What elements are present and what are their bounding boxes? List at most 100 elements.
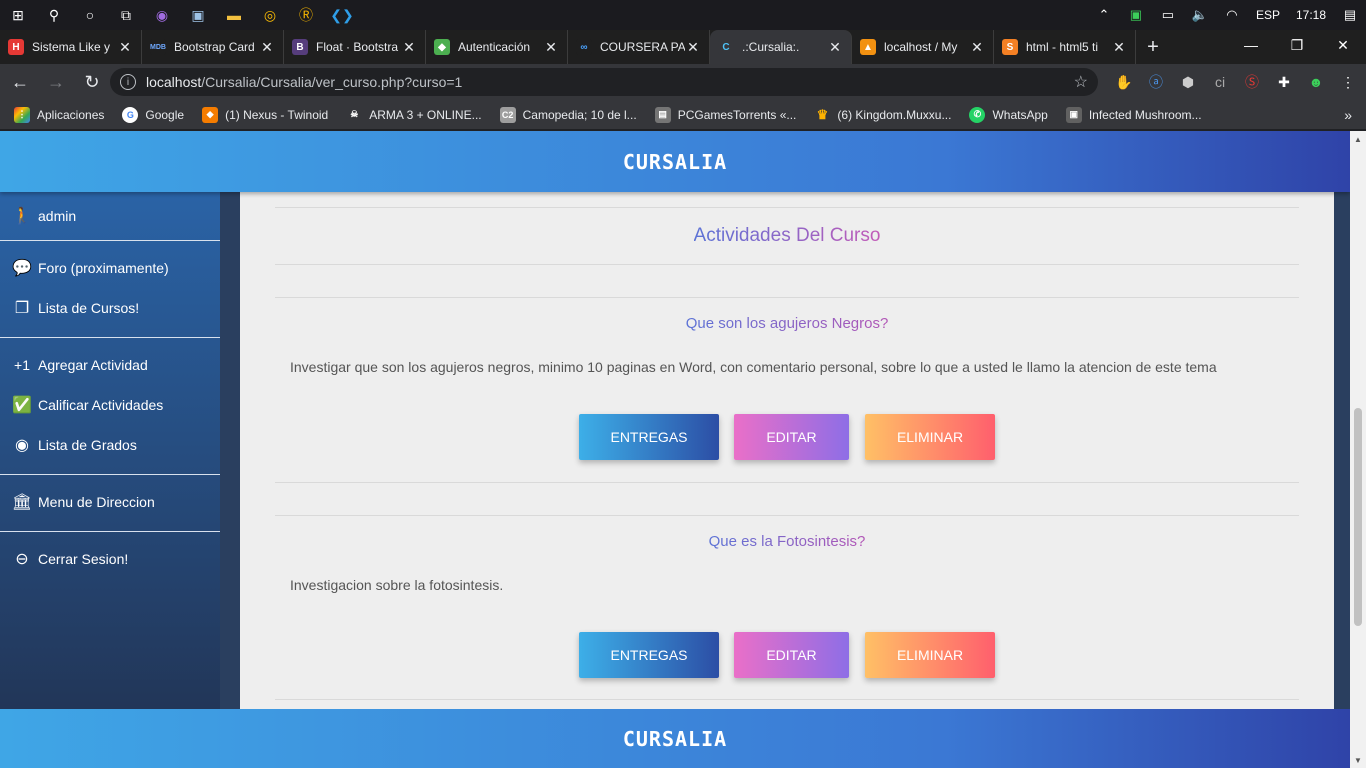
sidebar-group-user: 🚶 admin [0, 192, 220, 241]
account-circle-icon: ◉ [15, 437, 29, 454]
tab-strip: H Sistema Like y ✕ MDB Bootstrap Card ✕ … [0, 30, 1366, 64]
chrome-menu-icon[interactable]: ⋮ [1332, 74, 1364, 91]
sidebar-item-agregar-actividad[interactable]: +1 Agregar Actividad [0, 345, 220, 385]
site-header: CURSALIA [0, 131, 1350, 192]
bookmark-whatsapp[interactable]: ✆ WhatsApp [969, 106, 1048, 123]
scrollbar-thumb[interactable] [1354, 408, 1362, 626]
page-scrollbar[interactable]: ▲ ▼ [1350, 131, 1366, 768]
sidebar-item-cerrar-sesion[interactable]: ⊖ Cerrar Sesion! [0, 539, 220, 579]
scroll-up-icon[interactable]: ▲ [1350, 131, 1366, 147]
tab-title: Bootstrap Card [174, 40, 255, 54]
tab-title: COURSERA PA [600, 40, 685, 54]
bookmark-infected[interactable]: ▣ Infected Mushroom... [1065, 106, 1202, 123]
bookmark-star-icon[interactable]: ☆ [1074, 72, 1088, 92]
sidebar-group-general: 💬 Foro (proximamente) ❐ Lista de Cursos! [0, 241, 220, 338]
bookmark-nexus[interactable]: ◆ (1) Nexus - Twinoid [202, 106, 328, 123]
sidebar-item-foro[interactable]: 💬 Foro (proximamente) [0, 248, 220, 288]
entregas-button[interactable]: ENTREGAS [579, 632, 719, 678]
clock[interactable]: 17:18 [1288, 8, 1334, 22]
back-icon[interactable]: ← [4, 66, 36, 98]
sidebar-item-label: Cerrar Sesion! [38, 551, 129, 567]
sidebar-item-calificar[interactable]: ✅ Calificar Actividades [0, 385, 220, 425]
bookmark-google[interactable]: G Google [122, 106, 184, 123]
sidebar-item-direccion[interactable]: 🏛 Menu de Direccion [0, 482, 220, 522]
bookmark-arma[interactable]: ☠ ARMA 3 + ONLINE... [346, 107, 481, 123]
extensions-puzzle-icon[interactable]: ✚ [1268, 74, 1300, 91]
sidebar-item-label: admin [38, 208, 77, 224]
restore-icon[interactable]: ❐ [1274, 30, 1320, 60]
close-icon[interactable]: ✕ [827, 39, 843, 56]
rockstar-launcher-icon[interactable]: Ⓡ [288, 0, 324, 30]
browser-tab[interactable]: ◆ Autenticación ✕ [426, 30, 568, 64]
site-logo[interactable]: CURSALIA [623, 150, 727, 174]
sidebar-item-admin[interactable]: 🚶 admin [0, 196, 220, 236]
browser-tab[interactable]: B Float · Bootstra ✕ [284, 30, 426, 64]
infected-mushroom-icon: ▣ [1065, 106, 1082, 123]
scroll-down-icon[interactable]: ▼ [1350, 752, 1366, 768]
eliminar-button[interactable]: ELIMINAR [865, 632, 995, 678]
search-icon[interactable]: ⚲ [36, 0, 72, 30]
remote-desktop-icon[interactable]: ▣ [180, 0, 216, 30]
sidebar-item-grados[interactable]: ◉ Lista de Grados [0, 425, 220, 465]
editar-button[interactable]: EDITAR [734, 414, 849, 460]
extension-a-icon[interactable]: ⓐ [1140, 72, 1172, 92]
activity-title-text: Que es la Fotosintesis? [708, 533, 866, 550]
reload-icon[interactable]: ↻ [76, 66, 108, 98]
extension-s-icon[interactable]: Ⓢ [1236, 72, 1268, 92]
profile-avatar-icon[interactable]: ☻ [1300, 74, 1332, 90]
divider [275, 264, 1299, 265]
bookmark-label: (6) Kingdom.Muxxu... [837, 107, 952, 122]
task-view-icon[interactable]: ⧉ [108, 0, 144, 30]
minimize-icon[interactable]: — [1228, 30, 1274, 60]
close-icon[interactable]: ✕ [401, 39, 417, 56]
close-icon[interactable]: ✕ [1111, 39, 1127, 56]
chevron-right-icon[interactable]: » [1344, 107, 1352, 123]
url-path: /Cursalia/Cursalia/ver_curso.php?curso=1 [201, 74, 463, 90]
notification-icon[interactable]: ▤ [1334, 7, 1366, 23]
window-controls: — ❐ ✕ [1228, 30, 1366, 60]
wifi-icon[interactable]: ◠ [1216, 7, 1248, 23]
app-tray-icon[interactable]: ▣ [1120, 7, 1152, 23]
extension-ci-icon[interactable]: ci [1204, 74, 1236, 90]
url-host: localhost [146, 74, 202, 90]
close-icon[interactable]: ✕ [117, 39, 133, 56]
language-indicator[interactable]: ESP [1248, 8, 1288, 22]
sidebar-item-label: Lista de Cursos! [38, 300, 140, 316]
close-icon[interactable]: ✕ [969, 39, 985, 56]
browser-tab[interactable]: MDB Bootstrap Card ✕ [142, 30, 284, 64]
entregas-button[interactable]: ENTREGAS [579, 414, 719, 460]
bookmark-pcgames[interactable]: ▤ PCGamesTorrents «... [654, 106, 796, 123]
address-bar[interactable]: i localhost /Cursalia/Cursalia/ver_curso… [110, 68, 1098, 96]
battery-icon[interactable]: ▭ [1152, 7, 1184, 23]
browser-tab[interactable]: S html - html5 ti ✕ [994, 30, 1136, 64]
chrome-icon[interactable]: ◎ [252, 0, 288, 30]
forward-icon[interactable]: → [40, 66, 72, 98]
editar-button[interactable]: EDITAR [734, 632, 849, 678]
extension-cube-icon[interactable]: ⬢ [1172, 74, 1204, 91]
tor-browser-icon[interactable]: ◉ [144, 0, 180, 30]
close-icon[interactable]: ✕ [259, 39, 275, 56]
eliminar-button[interactable]: ELIMINAR [865, 414, 995, 460]
chevron-up-icon[interactable]: ⌃ [1088, 7, 1120, 23]
site-info-icon[interactable]: i [120, 74, 136, 90]
bookmark-apps[interactable]: ⋮ Aplicaciones [14, 106, 104, 123]
close-icon[interactable]: ✕ [543, 39, 559, 56]
browser-tab[interactable]: H Sistema Like y ✕ [0, 30, 142, 64]
bookmark-camopedia[interactable]: C2 Camopedia; 10 de l... [499, 106, 637, 123]
close-window-icon[interactable]: ✕ [1320, 30, 1366, 60]
adblock-icon[interactable]: ✋ [1108, 74, 1140, 91]
windows-start-icon[interactable]: ⊞ [0, 0, 36, 30]
close-icon[interactable]: ✕ [685, 39, 701, 56]
browser-tab[interactable]: ∞ COURSERA PA ✕ [568, 30, 710, 64]
cortana-icon[interactable]: ○ [72, 0, 108, 30]
bookmark-kingdom[interactable]: ♛ (6) Kingdom.Muxxu... [814, 107, 952, 123]
sidebar-item-label: Lista de Grados [38, 437, 137, 453]
vscode-icon[interactable]: ❮❯ [324, 0, 360, 30]
browser-tab-active[interactable]: C .:Cursalia:. ✕ [710, 30, 852, 64]
new-tab-icon[interactable]: + [1136, 30, 1170, 64]
camopedia-icon: C2 [499, 106, 516, 123]
browser-tab[interactable]: ▲ localhost / My ✕ [852, 30, 994, 64]
sidebar-item-cursos[interactable]: ❐ Lista de Cursos! [0, 288, 220, 328]
file-explorer-icon[interactable]: ▬ [216, 0, 252, 30]
volume-icon[interactable]: 🔈 [1184, 7, 1216, 23]
